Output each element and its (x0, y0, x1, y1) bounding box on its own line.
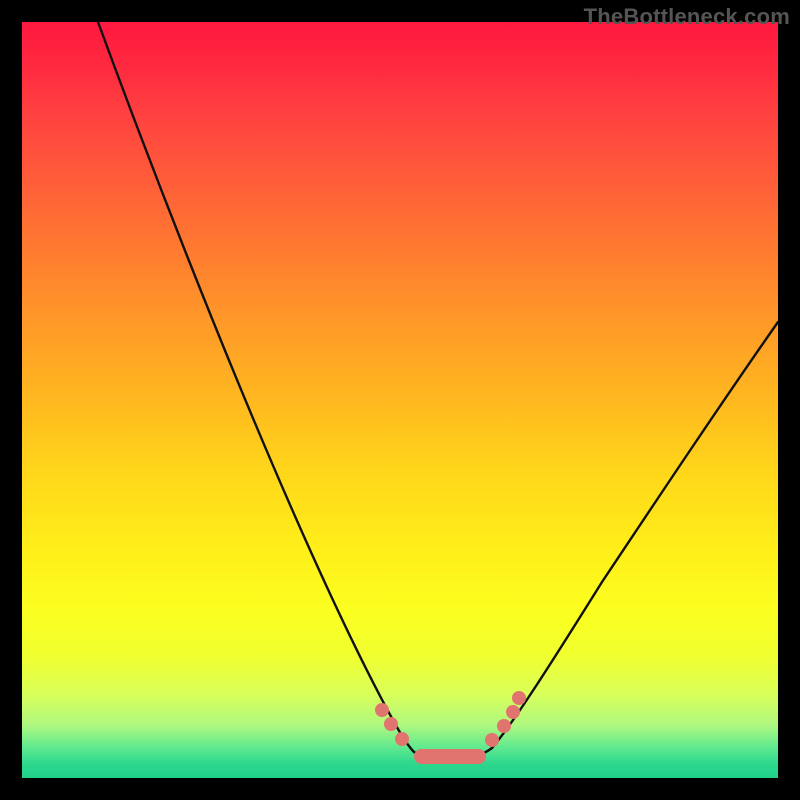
marker-dot (512, 691, 526, 705)
marker-dot (485, 733, 499, 747)
gradient-plot-area (22, 22, 778, 778)
plateau-pill (414, 749, 486, 764)
marker-dot (384, 717, 398, 731)
marker-dot (395, 732, 409, 746)
bottleneck-curve (22, 22, 778, 778)
curve-left-branch (98, 22, 414, 752)
marker-dot (506, 705, 520, 719)
marker-dot (375, 703, 389, 717)
curve-right-branch (492, 322, 778, 748)
marker-dot (497, 719, 511, 733)
watermark-text: TheBottleneck.com (584, 4, 790, 30)
